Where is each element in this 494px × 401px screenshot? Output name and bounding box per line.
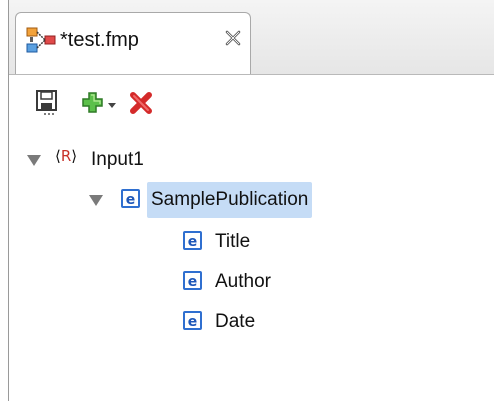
delete-icon[interactable] [129, 87, 155, 117]
tree-node-samplepublication[interactable]: e SamplePublication [89, 182, 409, 218]
save-icon[interactable] [35, 87, 61, 117]
tab-title: *test.fmp [60, 29, 139, 51]
add-icon[interactable] [81, 87, 105, 117]
toolbar [9, 75, 494, 133]
chevron-down-icon[interactable] [107, 87, 117, 117]
tab-bar: *test.fmp [9, 0, 494, 75]
expand-toggle-icon[interactable] [27, 155, 41, 166]
close-icon[interactable] [224, 29, 242, 47]
tree-node-author[interactable]: e Author [177, 264, 377, 300]
tree-node-title[interactable]: e Title [177, 224, 377, 260]
schema-tree: ⟨R⟩ Input1 e SamplePublication e Title e… [9, 140, 494, 380]
element-icon: e [183, 231, 202, 250]
tree-node-label: Date [215, 311, 256, 332]
mapping-editor-icon [26, 27, 56, 55]
editor-window: *test.fmp ⟨R⟩ Input1 e SamplePublication… [8, 0, 494, 401]
tab-test-fmp[interactable]: *test.fmp [15, 12, 251, 74]
tree-node-label: Author [215, 271, 271, 292]
tree-node-label: Input1 [91, 149, 144, 170]
tree-node-date[interactable]: e Date [177, 304, 377, 340]
expand-toggle-icon[interactable] [89, 195, 103, 206]
tree-node-input1[interactable]: ⟨R⟩ Input1 [25, 142, 325, 178]
element-icon: e [121, 189, 140, 208]
tree-node-label: Title [215, 231, 251, 252]
element-icon: e [183, 271, 202, 290]
tree-node-label: SamplePublication [147, 182, 313, 218]
root-icon: ⟨R⟩ [55, 147, 78, 165]
element-icon: e [183, 311, 202, 330]
